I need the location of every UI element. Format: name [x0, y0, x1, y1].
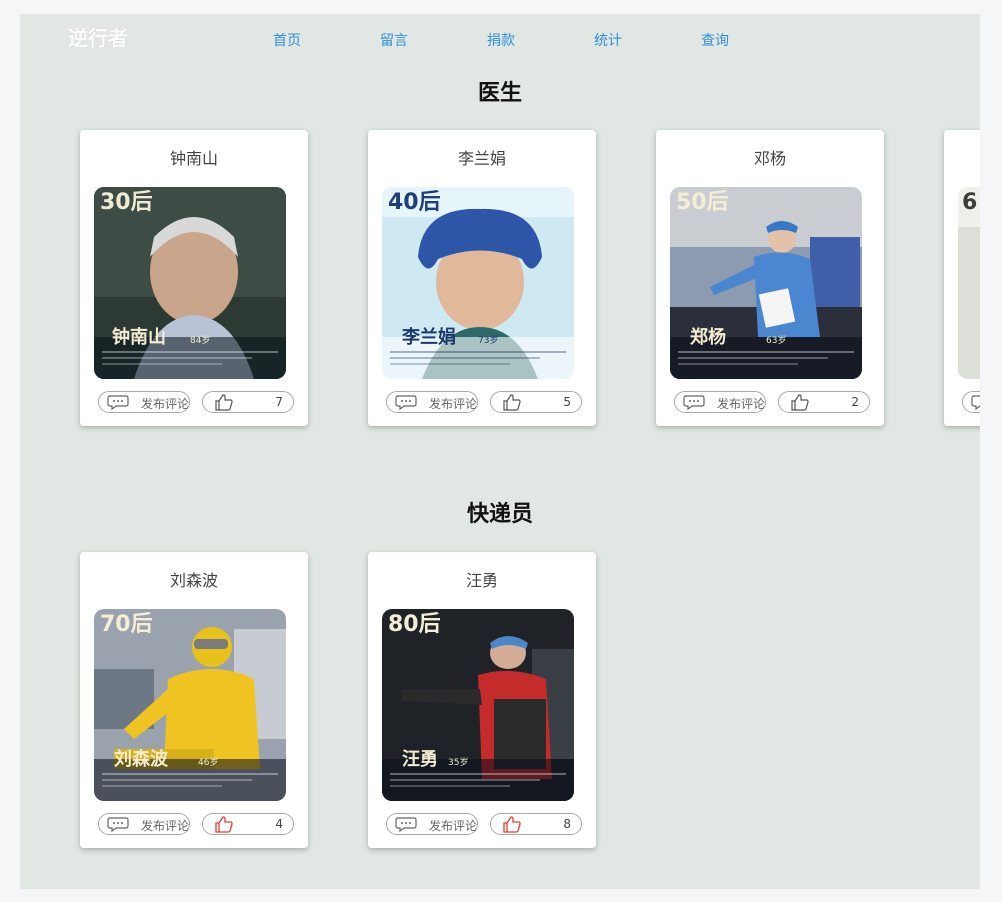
photo-caption-name: 刘森波 [114, 748, 169, 770]
comment-label: 发布评论 [141, 819, 190, 833]
comment-bubble-icon [107, 817, 129, 832]
comment-label: 发布评论 [429, 397, 478, 411]
comment-button[interactable]: 发布评论 [386, 813, 478, 835]
person-photo[interactable]: 6 [958, 187, 980, 379]
era-badge: 50后 [676, 190, 729, 215]
nav-home[interactable]: 首页 [273, 30, 333, 50]
comment-bubble-icon [107, 395, 129, 410]
thumbs-up-icon [215, 816, 233, 833]
person-photo[interactable]: 70后 刘森波 46岁 [94, 609, 286, 801]
photo-caption-age: 73岁 [478, 334, 498, 346]
person-photo[interactable]: 40后 李兰娟 73岁 [382, 187, 574, 379]
person-name: 刘森波 [169, 571, 218, 590]
like-button[interactable]: 7 [202, 391, 294, 413]
person-card: 邓杨 50后 郑杨 63岁 发布评论 2 [656, 130, 884, 426]
thumbs-up-icon [791, 394, 809, 411]
era-badge: 30后 [100, 190, 153, 215]
person-photo[interactable]: 30后 钟南山 84岁 [94, 187, 286, 379]
app-container: 逆行者 首页 留言 捐款 统计 查询 医生 钟南山 30后 钟南山 84岁 发布… [20, 14, 980, 889]
nav-donate[interactable]: 捐款 [487, 30, 547, 50]
era-badge: 40后 [388, 190, 441, 215]
site-logo[interactable]: 逆行者 [68, 22, 128, 51]
comment-button[interactable]: 发布评论 [98, 813, 190, 835]
thumbs-up-icon [503, 816, 521, 833]
person-photo[interactable]: 50后 郑杨 63岁 [670, 187, 862, 379]
era-badge: 70后 [100, 612, 153, 637]
comment-bubble-icon [395, 395, 417, 410]
like-button[interactable]: 2 [778, 391, 870, 413]
photo-caption-name: 汪勇 [402, 749, 438, 770]
like-count: 5 [563, 395, 571, 409]
person-card: 刘森波 70后 刘森波 46岁 发布评论 4 [80, 552, 308, 848]
nav-search[interactable]: 查询 [701, 30, 761, 50]
comment-label: 发布评论 [429, 819, 478, 833]
like-button[interactable]: 8 [490, 813, 582, 835]
comment-label: 发布评论 [141, 397, 190, 411]
photo-caption-name: 钟南山 [112, 326, 166, 348]
comment-button[interactable]: 发布评论 [674, 391, 766, 413]
comment-bubble-icon [683, 395, 705, 410]
photo-caption-age: 84岁 [190, 334, 210, 346]
photo-caption-age: 35岁 [448, 756, 468, 768]
photo-caption-age: 46岁 [198, 756, 218, 768]
person-card: 钟南山 30后 钟南山 84岁 发布评论 7 [80, 130, 308, 426]
like-button[interactable]: 4 [202, 813, 294, 835]
like-count: 4 [275, 817, 283, 831]
person-name: 李兰娟 [457, 149, 506, 168]
photo-caption-name: 李兰娟 [401, 326, 456, 348]
comment-bubble-icon [395, 817, 417, 832]
like-count: 7 [275, 395, 283, 409]
person-card: 李兰娟 40后 李兰娟 73岁 发布评论 5 [368, 130, 596, 426]
comment-button[interactable]: 发布评论 [386, 391, 478, 413]
nav-statistics[interactable]: 统计 [594, 30, 654, 50]
person-card: 6 [944, 130, 980, 426]
comment-bubble-icon [971, 395, 980, 410]
nav-messages[interactable]: 留言 [380, 30, 440, 50]
person-card: 汪勇 80后 汪勇 35岁 发布评论 8 [368, 552, 596, 848]
person-name: 邓杨 [753, 149, 786, 168]
thumbs-up-icon [215, 394, 233, 411]
like-count: 8 [563, 817, 571, 831]
like-count: 2 [851, 395, 859, 409]
section-title-couriers: 快递员 [466, 502, 533, 527]
comment-button[interactable]: 发布评论 [98, 391, 190, 413]
comment-button[interactable] [962, 391, 980, 413]
photo-caption-name: 郑杨 [690, 326, 726, 348]
person-name: 汪勇 [465, 571, 498, 590]
person-photo[interactable]: 80后 汪勇 35岁 [382, 609, 574, 801]
person-name: 钟南山 [169, 149, 218, 168]
era-badge: 6 [962, 190, 977, 215]
comment-label: 发布评论 [717, 397, 766, 411]
thumbs-up-icon [503, 394, 521, 411]
section-title-doctors: 医生 [477, 81, 522, 106]
era-badge: 80后 [388, 612, 441, 637]
photo-caption-age: 63岁 [766, 334, 786, 346]
like-button[interactable]: 5 [490, 391, 582, 413]
